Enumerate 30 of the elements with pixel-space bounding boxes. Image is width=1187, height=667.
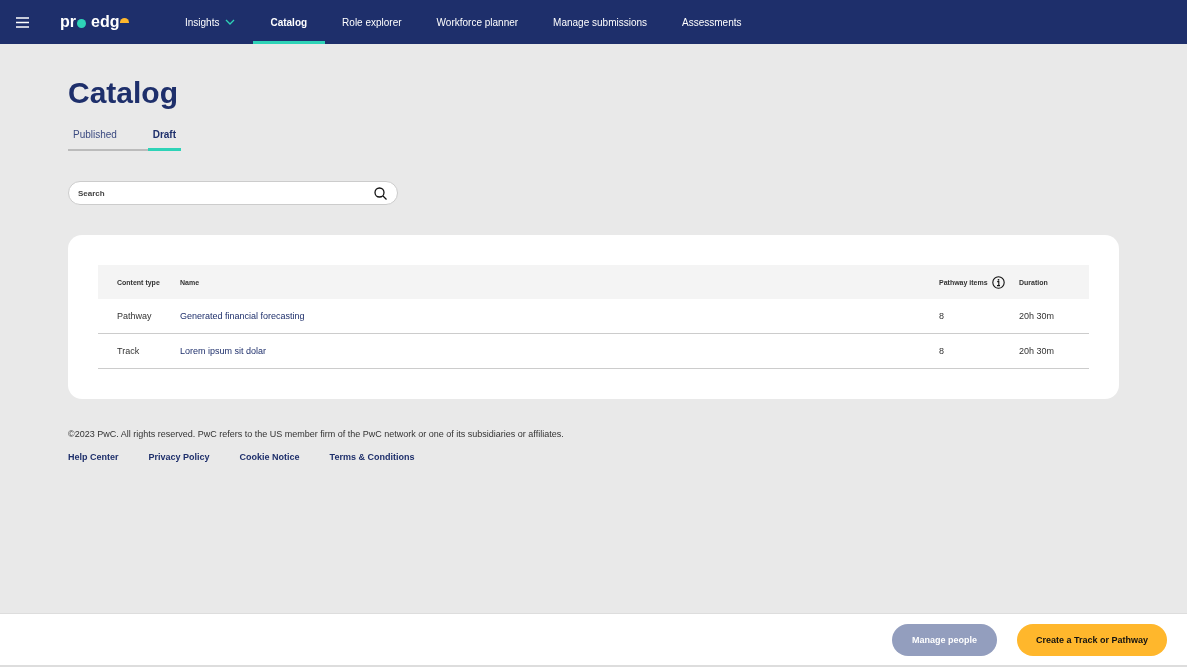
nav-tab[interactable]: Workforce planner — [419, 0, 536, 44]
table-cell: 8 — [939, 346, 944, 356]
logo[interactable]: pr edg — [60, 13, 130, 31]
menu-icon[interactable] — [16, 16, 29, 28]
table-cell: 20h 30m — [1019, 311, 1055, 321]
search-field[interactable]: Search — [68, 181, 398, 205]
table-cell: Pathway — [117, 311, 152, 321]
tab[interactable]: Published — [68, 129, 148, 151]
table-cell: Track — [117, 346, 140, 356]
nav-tab[interactable]: Manage submissions — [535, 0, 665, 44]
item-link[interactable]: Lorem ipsum sit dolar — [180, 346, 267, 356]
tab[interactable]: Draft — [147, 129, 181, 151]
nav-tab[interactable]: Assessments — [664, 0, 759, 44]
table-cell: 20h 30m — [1019, 346, 1055, 356]
table-cell: 8 — [939, 311, 944, 321]
nav-tab[interactable]: Role explorer — [324, 0, 420, 44]
footer-link[interactable]: Cookie Notice — [239, 452, 300, 462]
logo-text: edg — [91, 13, 120, 31]
footer-link[interactable]: Privacy Policy — [148, 452, 210, 462]
logo-text: pr — [60, 13, 76, 31]
copyright-text: ©2023 PwC. All rights reserved. PwC refers to the US member firm of the PwC network or one of its subsidiaries or affiliates. — [68, 429, 565, 439]
nav-tab[interactable]: Insights — [167, 0, 253, 44]
nav-tab[interactable]: Catalog — [252, 0, 325, 44]
action-button[interactable]: Create a Track or Pathway — [1016, 623, 1167, 656]
footer-link[interactable]: Help Center — [68, 452, 119, 462]
search-icon[interactable] — [374, 186, 387, 200]
info-icon[interactable] — [991, 275, 1005, 289]
page-title: Catalog — [68, 75, 179, 111]
footer-link[interactable]: Terms & Conditions — [329, 452, 415, 462]
item-link[interactable]: Generated financial forecasting — [180, 311, 305, 321]
